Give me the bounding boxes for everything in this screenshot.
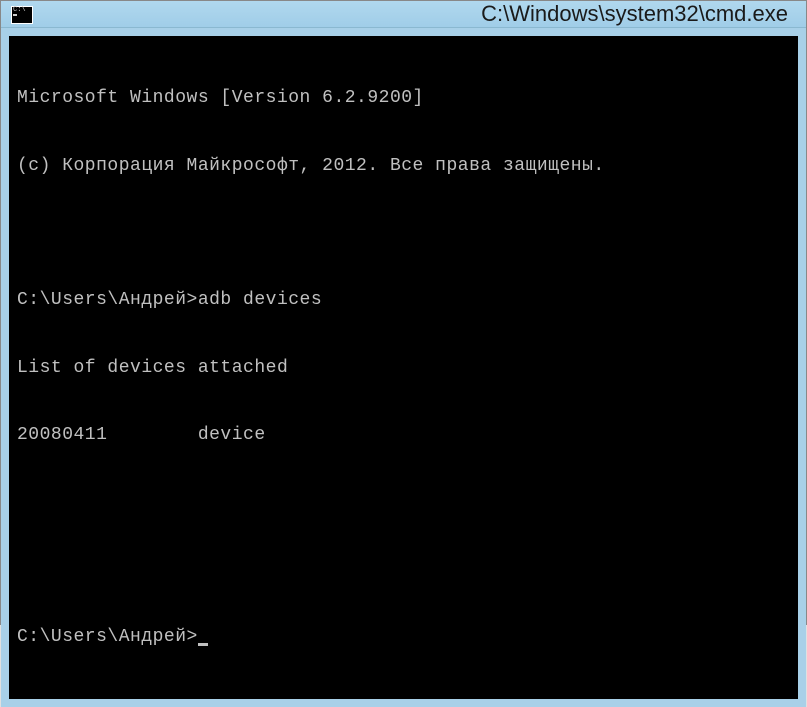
cursor [198, 643, 208, 646]
blank-line [17, 222, 790, 244]
titlebar[interactable]: C:\Windows\system32\cmd.exe [1, 1, 806, 28]
prompt-line: C:\Users\Андрей>adb devices [17, 289, 790, 312]
output-line: 20080411 device [17, 424, 790, 447]
prompt-path: C:\Users\Андрей> [17, 289, 198, 312]
command-text: adb devices [198, 289, 322, 312]
blank-line [17, 492, 790, 514]
cmd-window: C:\Windows\system32\cmd.exe Microsoft Wi… [0, 0, 807, 625]
console-frame: Microsoft Windows [Version 6.2.9200] (c)… [1, 28, 806, 707]
cmd-icon [11, 6, 33, 24]
window-title: C:\Windows\system32\cmd.exe [43, 1, 796, 27]
prompt-path: C:\Users\Андрей> [17, 626, 198, 649]
console-output[interactable]: Microsoft Windows [Version 6.2.9200] (c)… [9, 36, 798, 699]
prompt-line-active: C:\Users\Андрей> [17, 626, 790, 649]
output-line: List of devices attached [17, 357, 790, 380]
blank-line [17, 559, 790, 581]
banner-line: Microsoft Windows [Version 6.2.9200] [17, 87, 790, 110]
copyright-line: (c) Корпорация Майкрософт, 2012. Все пра… [17, 155, 790, 178]
